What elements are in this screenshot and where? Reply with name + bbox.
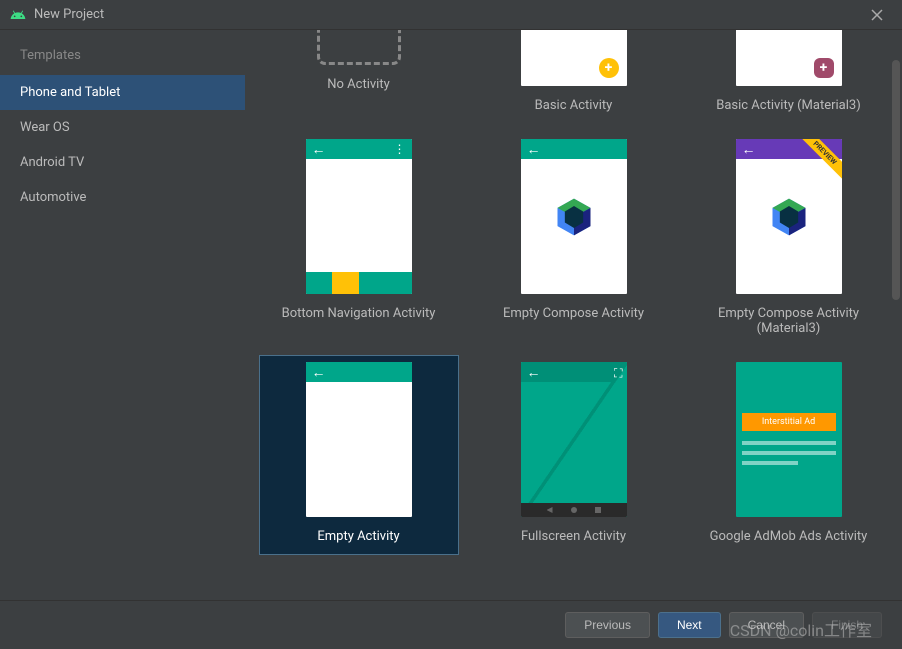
- android-icon: [10, 7, 26, 23]
- app-bar: ←: [306, 362, 412, 382]
- preview-admob: Interstitial Ad: [736, 362, 842, 517]
- template-empty-activity[interactable]: ← Empty Activity: [259, 355, 459, 555]
- app-bar: ← ⋮: [306, 139, 412, 159]
- ad-label: Interstitial Ad: [742, 413, 836, 431]
- template-basic-activity-m3[interactable]: + Basic Activity (Material3): [689, 30, 889, 124]
- scrollbar[interactable]: [892, 60, 900, 300]
- template-label: Bottom Navigation Activity: [282, 306, 436, 321]
- template-label: Google AdMob Ads Activity: [710, 529, 868, 544]
- template-label: No Activity: [327, 77, 389, 92]
- window-title: New Project: [34, 7, 104, 22]
- template-fullscreen[interactable]: ← ⛶ Fullscreen Activity: [474, 355, 674, 555]
- template-bottom-nav[interactable]: ← ⋮ Bottom Navigation Activity: [259, 132, 459, 347]
- title-bar: New Project: [0, 0, 902, 30]
- sidebar: Templates Phone and Tablet Wear OS Andro…: [0, 30, 245, 600]
- template-label: Empty Compose Activity: [503, 306, 644, 321]
- footer: Previous Next Cancel Finish: [0, 600, 902, 649]
- template-empty-compose-m3[interactable]: ← PREVIEW Empty Compose Activity (Materi…: [689, 132, 889, 347]
- sidebar-item-phone-tablet[interactable]: Phone and Tablet: [0, 75, 245, 110]
- preview-basic: +: [521, 30, 627, 86]
- back-arrow-icon: ←: [527, 141, 541, 158]
- sidebar-item-android-tv[interactable]: Android TV: [0, 145, 245, 180]
- sidebar-item-automotive[interactable]: Automotive: [0, 180, 245, 215]
- compose-logo-icon: [552, 195, 596, 239]
- templates-area[interactable]: No Activity + Basic Activity + Basic Act…: [245, 30, 902, 600]
- previous-button[interactable]: Previous: [565, 612, 650, 638]
- system-nav-bar: [521, 503, 627, 517]
- preview-no-activity: [317, 30, 401, 65]
- sidebar-item-wear-os[interactable]: Wear OS: [0, 110, 245, 145]
- template-label: Fullscreen Activity: [521, 529, 626, 544]
- templates-grid: No Activity + Basic Activity + Basic Act…: [255, 30, 892, 555]
- bottom-nav-bar: [306, 272, 412, 294]
- cancel-button[interactable]: Cancel: [729, 612, 804, 638]
- next-button[interactable]: Next: [658, 612, 721, 638]
- template-label: Empty Activity: [317, 529, 399, 544]
- app-bar: ←: [521, 139, 627, 159]
- preview-basic-m3: +: [736, 30, 842, 86]
- back-arrow-icon: ←: [742, 141, 756, 158]
- template-label: Basic Activity (Material3): [716, 98, 861, 113]
- back-arrow-icon: ←: [312, 364, 326, 381]
- template-basic-activity[interactable]: + Basic Activity: [474, 30, 674, 124]
- finish-button: Finish: [812, 612, 882, 638]
- fab-icon: +: [599, 58, 619, 78]
- preview-empty: ←: [306, 362, 412, 517]
- preview-compose: ←: [521, 139, 627, 294]
- preview-compose-m3: ← PREVIEW: [736, 139, 842, 294]
- close-button[interactable]: [862, 0, 892, 30]
- fab-icon: +: [814, 58, 834, 78]
- compose-logo-icon: [767, 195, 811, 239]
- main-content: Templates Phone and Tablet Wear OS Andro…: [0, 30, 902, 600]
- back-arrow-icon: ←: [312, 141, 326, 158]
- sidebar-header: Templates: [0, 48, 245, 75]
- template-label: Basic Activity: [535, 98, 613, 113]
- expand-icon: ⛶: [614, 366, 622, 381]
- preview-bottom-nav: ← ⋮: [306, 139, 412, 294]
- preview-fullscreen: ← ⛶: [521, 362, 627, 517]
- template-empty-compose[interactable]: ← Empty Compose Activity: [474, 132, 674, 347]
- template-no-activity[interactable]: No Activity: [259, 30, 459, 124]
- menu-dots-icon: ⋮: [394, 142, 406, 156]
- template-admob[interactable]: Interstitial Ad Google AdMob Ads Activit…: [689, 355, 889, 555]
- close-icon: [871, 9, 883, 21]
- template-label: Empty Compose Activity (Material3): [696, 306, 882, 336]
